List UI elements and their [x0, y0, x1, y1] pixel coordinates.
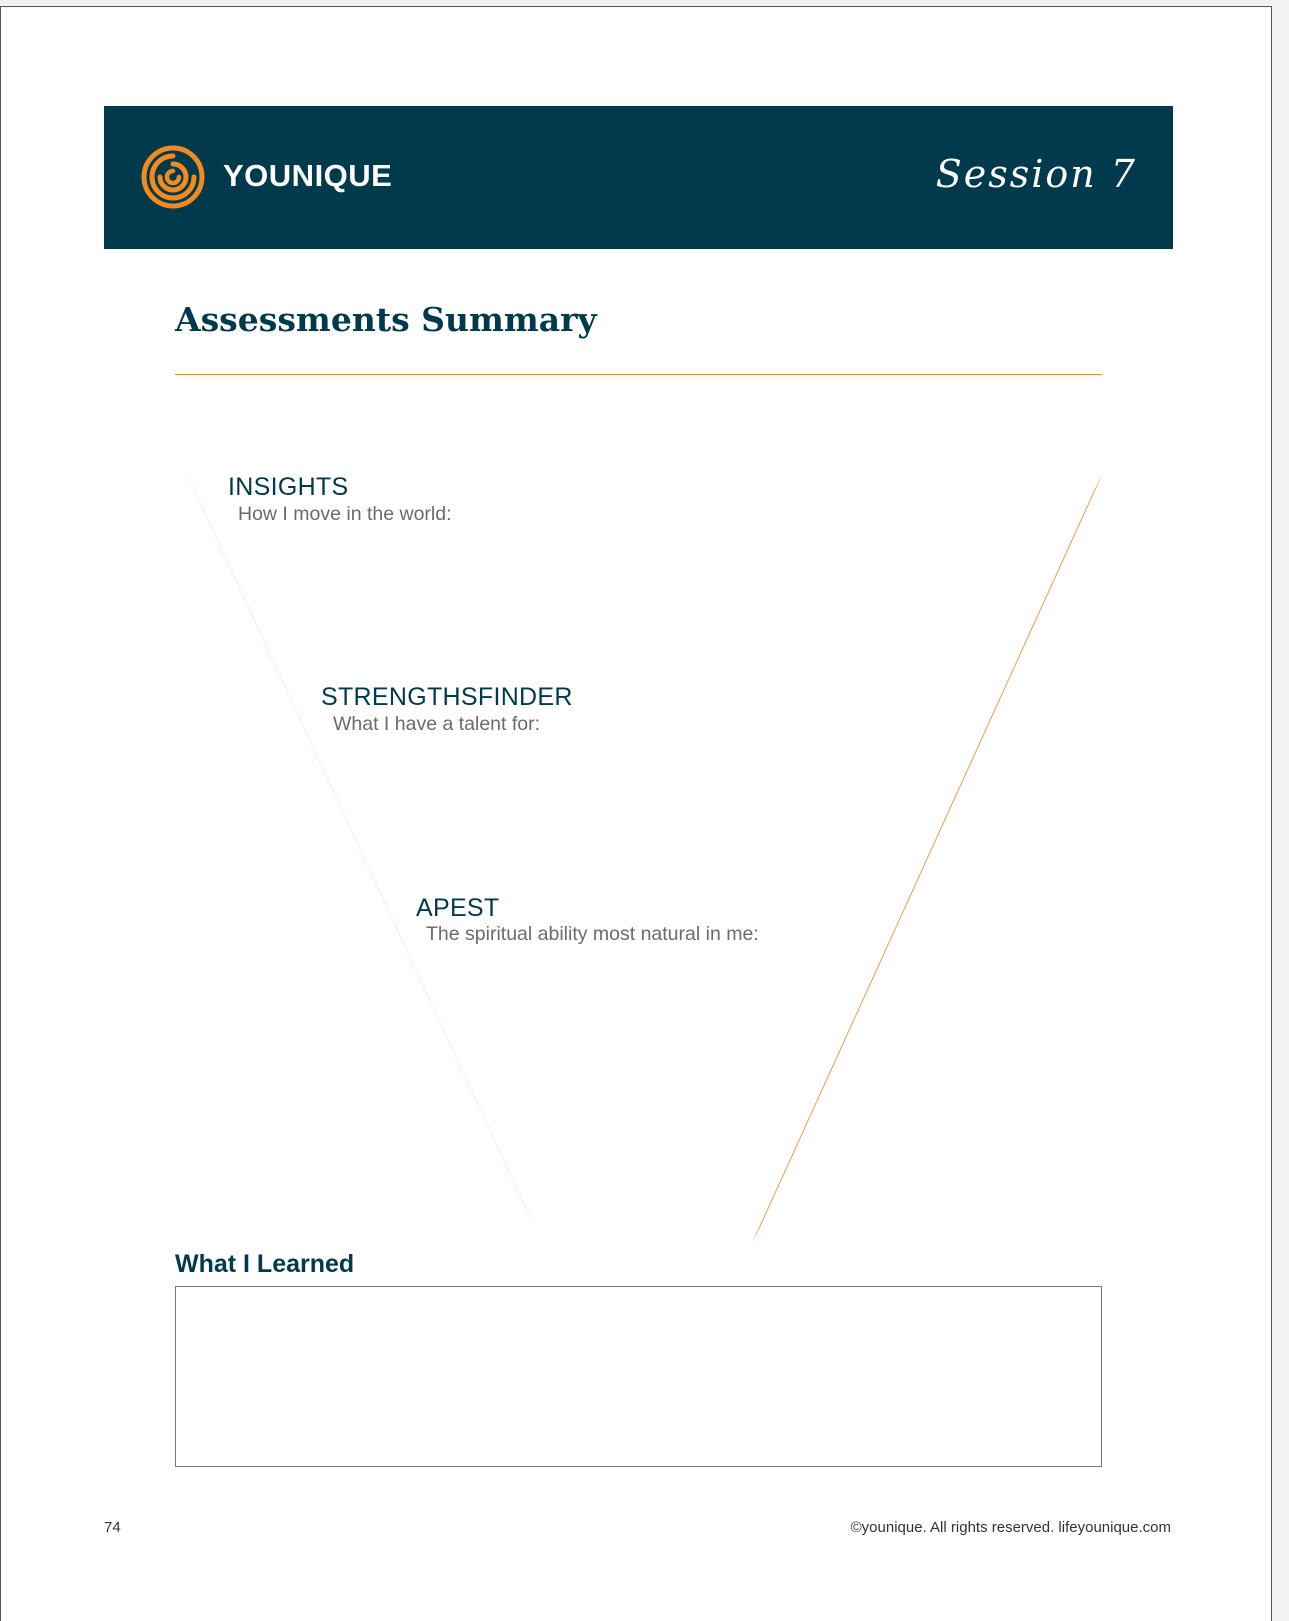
page-title: Assessments Summary: [175, 300, 597, 339]
spiral-logo-icon: [141, 145, 205, 209]
section-prompt-insights: How I move in the world:: [238, 503, 452, 525]
page-number: 74: [104, 1519, 121, 1536]
section-heading-apest: APEST: [416, 894, 500, 922]
section-heading-strengthsfinder: STRENGTHSFINDER: [321, 683, 573, 711]
section-prompt-apest: The spiritual ability most natural in me…: [426, 923, 759, 945]
title-divider: [175, 374, 1102, 375]
brand-name: YOUNIQUE: [223, 158, 393, 193]
copyright-notice: ©younique. All rights reserved. lifeyoun…: [850, 1519, 1171, 1536]
what-i-learned-heading: What I Learned: [175, 1250, 355, 1278]
header-banner: YOUNIQUE Session 7: [104, 106, 1173, 249]
section-prompt-strengthsfinder: What I have a talent for:: [333, 713, 541, 735]
what-i-learned-box[interactable]: [175, 1286, 1102, 1467]
section-heading-insights: INSIGHTS: [228, 473, 349, 501]
session-label: Session 7: [935, 152, 1137, 196]
